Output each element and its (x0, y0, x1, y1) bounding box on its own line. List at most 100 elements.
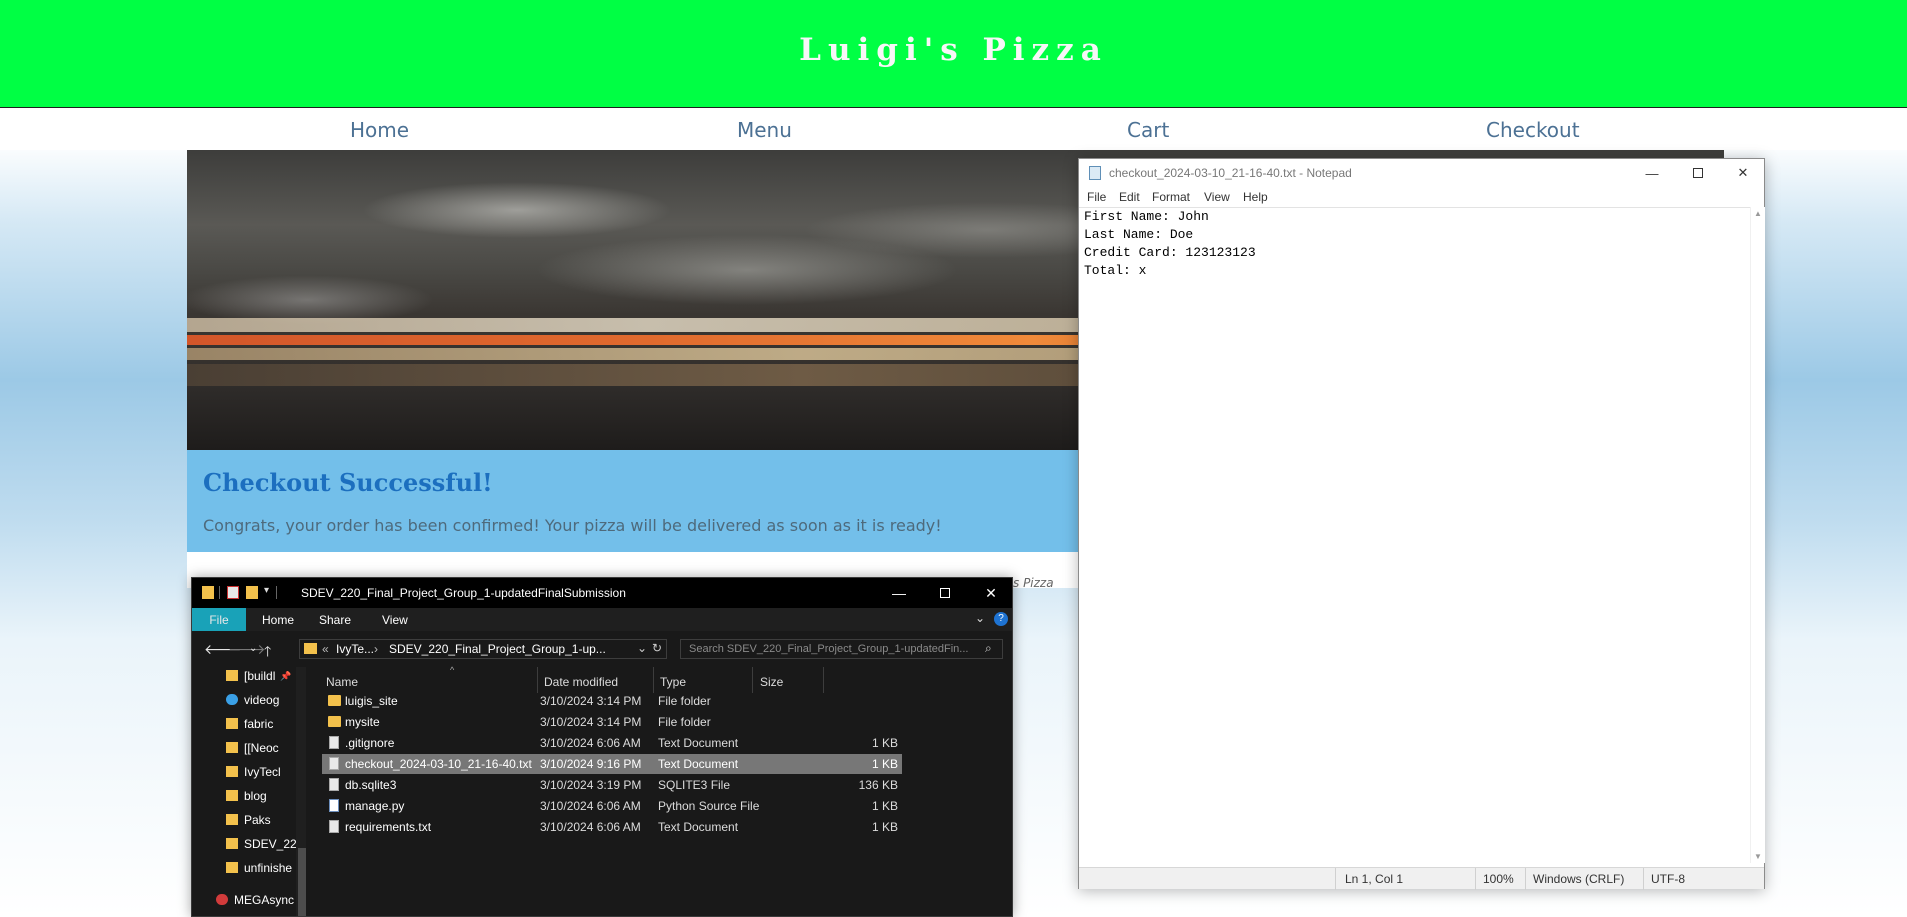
sidebar-item[interactable]: MEGAsync (216, 893, 296, 913)
address-dropdown-icon[interactable]: ⌄ (637, 641, 647, 655)
column-header-date[interactable]: Date modified (544, 675, 618, 689)
file-type: Text Document (658, 757, 739, 771)
sidebar-item[interactable]: fabric (226, 717, 306, 737)
notepad-text-area[interactable]: First Name: John Last Name: Doe Credit C… (1079, 207, 1750, 863)
maximize-button[interactable] (1675, 159, 1721, 187)
file-row[interactable]: requirements.txt 3/10/2024 6:06 AM Text … (322, 817, 902, 837)
search-placeholder: Search SDEV_220_Final_Project_Group_1-up… (689, 643, 969, 655)
minimize-button[interactable]: — (1629, 159, 1675, 187)
folder-icon (226, 670, 238, 681)
maximize-button[interactable] (922, 578, 968, 608)
file-date: 3/10/2024 6:06 AM (540, 820, 641, 834)
tab-file[interactable]: File (192, 608, 246, 631)
new-folder-icon[interactable] (246, 586, 258, 599)
ribbon-tabs: File Home Share View ⌄ ? (192, 608, 1012, 631)
close-button[interactable]: ✕ (1720, 159, 1766, 187)
menu-edit[interactable]: Edit (1119, 190, 1140, 204)
nav-checkout-link[interactable]: Checkout (1486, 118, 1580, 142)
menu-help[interactable]: Help (1243, 190, 1268, 204)
file-list: ^ Name Date modified Type Size luigis_si… (310, 665, 1012, 916)
navigation-pane: [buildl videog fabric [[Neoc IvyTecl blo… (192, 667, 308, 916)
quick-access-dropdown-icon[interactable]: ▾ (264, 585, 269, 596)
file-name: .gitignore (345, 736, 395, 750)
file-size: 1 KB (871, 799, 898, 813)
sidebar-item[interactable]: unfinishe (226, 861, 296, 881)
close-icon: ✕ (1737, 165, 1749, 180)
column-header-type[interactable]: Type (660, 675, 686, 689)
column-divider[interactable] (653, 667, 654, 693)
tab-share[interactable]: Share (319, 608, 351, 631)
site-header: Luigi's Pizza (0, 0, 1907, 108)
search-input[interactable]: Search SDEV_220_Final_Project_Group_1-up… (680, 639, 1003, 659)
column-divider[interactable] (752, 667, 753, 693)
nav-home-link[interactable]: Home (350, 118, 409, 142)
search-icon[interactable]: ⌕ (985, 641, 992, 656)
close-button[interactable]: ✕ (968, 578, 1012, 608)
folder-icon (304, 643, 317, 654)
help-icon[interactable]: ? (994, 612, 1008, 626)
scroll-up-icon[interactable]: ▲ (1754, 209, 1762, 218)
file-date: 3/10/2024 6:06 AM (540, 736, 641, 750)
up-icon[interactable]: 🡑 (264, 641, 271, 665)
file-row-selected[interactable]: checkout_2024-03-10_21-16-40.txt 3/10/20… (322, 754, 902, 774)
file-row[interactable]: mysite 3/10/2024 3:14 PM File folder (322, 712, 902, 732)
recent-locations-icon[interactable]: ⌄ (249, 643, 257, 654)
breadcrumb-overflow[interactable]: « (322, 642, 329, 656)
folder-icon (202, 586, 214, 599)
column-header-size[interactable]: Size (760, 675, 783, 689)
notepad-window[interactable]: checkout_2024-03-10_21-16-40.txt - Notep… (1078, 158, 1765, 890)
file-explorer-window[interactable]: ▾ SDEV_220_Final_Project_Group_1-updated… (191, 577, 1013, 917)
breadcrumb-item[interactable]: IvyTe... (336, 642, 374, 656)
folder-icon (226, 838, 238, 849)
file-row[interactable]: luigis_site 3/10/2024 3:14 PM File folde… (322, 691, 902, 711)
file-type: Python Source File (658, 799, 760, 813)
maximize-icon (1693, 168, 1703, 178)
menu-view[interactable]: View (1204, 190, 1230, 204)
minimize-button[interactable]: — (876, 578, 922, 608)
menu-format[interactable]: Format (1152, 190, 1190, 204)
breadcrumb-item[interactable]: SDEV_220_Final_Project_Group_1-up... (389, 642, 606, 656)
notepad-title: checkout_2024-03-10_21-16-40.txt - Notep… (1109, 166, 1352, 180)
navigation-scroll-thumb[interactable] (298, 848, 306, 916)
column-divider[interactable] (823, 667, 824, 693)
properties-icon[interactable] (227, 586, 239, 599)
pin-icon: 📌 (280, 671, 292, 681)
folder-icon (226, 790, 238, 801)
footer-text: s Pizza (1013, 576, 1054, 590)
tab-home[interactable]: Home (262, 608, 294, 631)
sidebar-item[interactable]: Paks (226, 813, 306, 833)
file-row[interactable]: manage.py 3/10/2024 6:06 AM Python Sourc… (322, 796, 902, 816)
mega-icon (216, 894, 228, 905)
file-name: mysite (345, 715, 380, 729)
sidebar-item[interactable]: SDEV_220 (226, 837, 296, 857)
menu-file[interactable]: File (1087, 190, 1106, 204)
nav-cart-link[interactable]: Cart (1127, 118, 1169, 142)
sidebar-item[interactable]: videog (226, 693, 306, 713)
sidebar-item[interactable]: blog (226, 789, 306, 809)
divider (1525, 868, 1526, 890)
tab-view[interactable]: View (382, 608, 408, 631)
file-row[interactable]: .gitignore 3/10/2024 6:06 AM Text Docume… (322, 733, 902, 753)
column-header-name[interactable]: Name (326, 675, 358, 689)
scroll-down-icon[interactable]: ▼ (1754, 852, 1762, 861)
file-date: 3/10/2024 9:16 PM (540, 757, 642, 771)
text-line: Credit Card: 123123123 (1084, 245, 1256, 260)
document-icon (329, 778, 339, 791)
file-row[interactable]: db.sqlite3 3/10/2024 3:19 PM SQLITE3 Fil… (322, 775, 902, 795)
file-name: manage.py (345, 799, 405, 813)
notepad-menubar: File Edit Format View Help (1079, 187, 1764, 207)
refresh-icon[interactable]: ↻ (652, 641, 662, 655)
sidebar-item[interactable]: [buildl (226, 669, 306, 689)
vertical-scrollbar[interactable]: ▲ ▼ (1750, 207, 1765, 863)
notepad-titlebar[interactable]: checkout_2024-03-10_21-16-40.txt - Notep… (1079, 159, 1764, 187)
column-divider[interactable] (537, 667, 538, 693)
ribbon-expand-icon[interactable]: ⌄ (975, 611, 985, 625)
document-icon (329, 820, 339, 833)
file-name: db.sqlite3 (345, 778, 397, 792)
forward-icon[interactable]: 🡒 (228, 641, 266, 658)
explorer-titlebar[interactable]: ▾ SDEV_220_Final_Project_Group_1-updated… (192, 578, 1012, 608)
sidebar-item[interactable]: [[Neoc (226, 741, 306, 761)
sidebar-item[interactable]: IvyTecl (226, 765, 306, 785)
nav-menu-link[interactable]: Menu (737, 118, 792, 142)
address-bar[interactable]: « IvyTe... › SDEV_220_Final_Project_Grou… (299, 639, 667, 659)
